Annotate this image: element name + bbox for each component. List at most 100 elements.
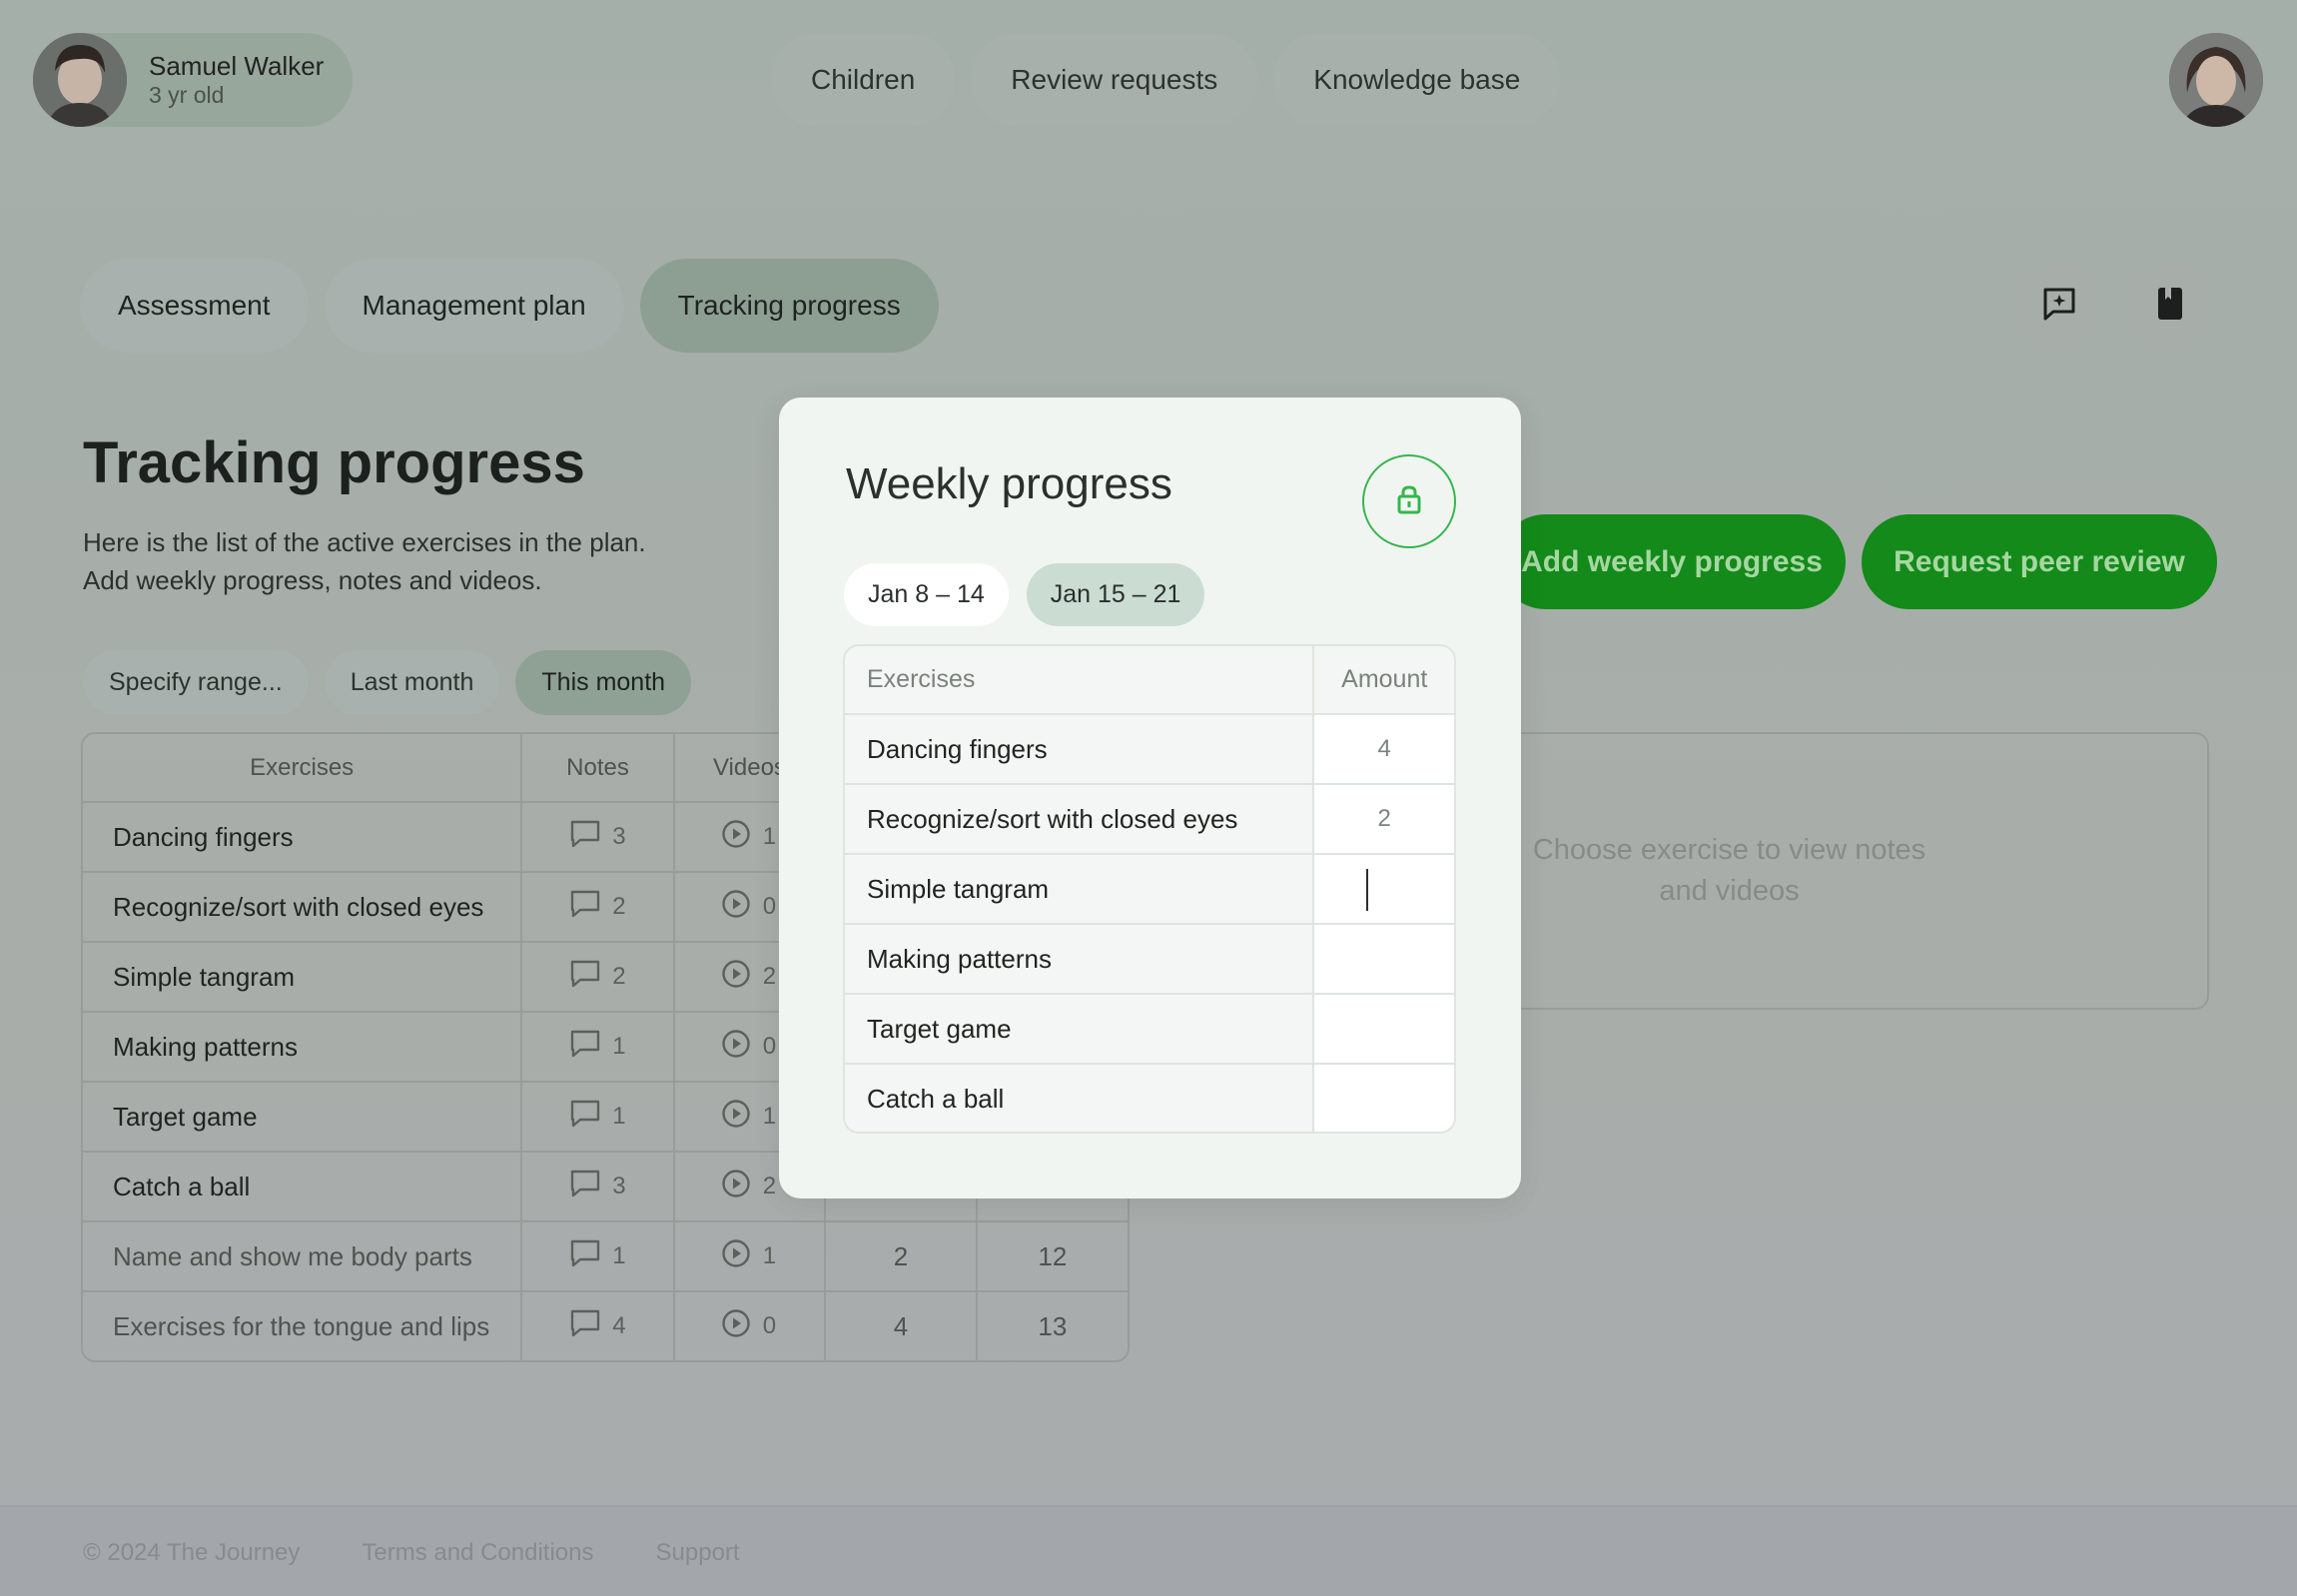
- range-specify[interactable]: Specify range...: [83, 650, 309, 715]
- play-icon: [721, 1308, 751, 1345]
- top-navigation: Children Review requests Knowledge base: [771, 33, 1561, 127]
- exercise-name: Simple tangram: [83, 943, 523, 1011]
- book-icon: [2155, 287, 2185, 326]
- modal-table-row: Recognize/sort with closed eyes 2: [845, 783, 1454, 853]
- amount-value: 4: [1377, 735, 1391, 762]
- notes-cell[interactable]: 3: [522, 1153, 675, 1220]
- modal-table-row: Simple tangram: [845, 853, 1454, 923]
- notes-count: 2: [612, 963, 626, 990]
- comment-icon: [570, 890, 600, 925]
- table-row[interactable]: Name and show me body parts 1 1 2 12: [83, 1220, 1128, 1290]
- weekly-progress-table: Exercises Amount Dancing fingers 4 Recogni…: [843, 644, 1456, 1134]
- bookmark-button[interactable]: [2123, 259, 2217, 353]
- amount-input[interactable]: [1314, 1065, 1454, 1132]
- value-cell: 13: [1038, 1310, 1068, 1341]
- amount-input[interactable]: 4: [1314, 715, 1454, 783]
- modal-table-row: Making patterns: [845, 923, 1454, 993]
- exercise-name: Name and show me body parts: [83, 1222, 523, 1290]
- add-weekly-progress-button[interactable]: Add weekly progress: [1498, 514, 1846, 609]
- user-avatar[interactable]: [2169, 33, 2263, 127]
- tab-assessment[interactable]: Assessment: [80, 259, 309, 353]
- exercise-name: Simple tangram: [845, 855, 1315, 923]
- week-tabs: Jan 8 – 14 Jan 15 – 21: [844, 563, 1205, 626]
- week-tab-jan-8-14[interactable]: Jan 8 – 14: [844, 563, 1009, 626]
- modal-table-row: Catch a ball: [845, 1063, 1454, 1132]
- amount-input[interactable]: [1314, 855, 1454, 923]
- notes-cell[interactable]: 2: [522, 873, 675, 941]
- value-cell: 2: [826, 1222, 978, 1290]
- notes-count: 3: [612, 1173, 626, 1199]
- notes-count: 1: [612, 1033, 626, 1060]
- request-peer-review-button[interactable]: Request peer review: [1862, 514, 2217, 609]
- videos-count: 1: [762, 823, 777, 850]
- play-icon: [721, 1029, 751, 1066]
- tab-management-plan[interactable]: Management plan: [324, 259, 624, 353]
- notes-count: 3: [612, 823, 626, 850]
- videos-cell[interactable]: 1: [675, 1222, 827, 1290]
- videos-count: 1: [762, 1103, 777, 1130]
- column-header-amount: Amount: [1341, 665, 1428, 693]
- play-icon: [721, 889, 751, 926]
- notes-cell[interactable]: 4: [522, 1292, 675, 1360]
- section-tabs: Assessment Management plan Tracking prog…: [80, 259, 939, 353]
- modal-title: Weekly progress: [846, 459, 1172, 508]
- videos-count: 0: [762, 1033, 777, 1060]
- videos-count: 2: [762, 1173, 777, 1199]
- page-description-line: Add weekly progress, notes and videos.: [83, 565, 542, 595]
- videos-count: 2: [762, 963, 777, 990]
- weekly-progress-modal: Weekly progress Jan 8 – 14 Jan 15 – 21 E…: [779, 398, 1521, 1198]
- notes-cell[interactable]: 1: [522, 1013, 675, 1081]
- footer-copyright: © 2024 The Journey: [83, 1539, 301, 1566]
- value-cell: 4: [826, 1292, 978, 1360]
- nav-review-requests[interactable]: Review requests: [971, 33, 1258, 127]
- exercise-name: Making patterns: [83, 1013, 523, 1081]
- nav-children[interactable]: Children: [771, 33, 956, 127]
- exercise-name: Recognize/sort with closed eyes: [83, 873, 523, 941]
- amount-input[interactable]: [1314, 925, 1454, 993]
- date-range-filters: Specify range... Last month This month: [83, 650, 692, 715]
- play-icon: [721, 1099, 751, 1136]
- exercise-name: Catch a ball: [83, 1153, 523, 1220]
- lock-button[interactable]: [1362, 454, 1456, 548]
- exercise-name: Exercises for the tongue and lips: [83, 1292, 523, 1360]
- videos-count: 1: [762, 1242, 777, 1269]
- comment-plus-icon: [2042, 287, 2076, 326]
- videos-count: 0: [762, 893, 777, 920]
- exercise-name: Catch a ball: [845, 1065, 1315, 1132]
- week-tab-jan-15-21[interactable]: Jan 15 – 21: [1026, 563, 1205, 626]
- lock-icon: [1396, 484, 1422, 519]
- amount-input[interactable]: 2: [1314, 785, 1454, 853]
- notes-cell[interactable]: 1: [522, 1222, 675, 1290]
- comment-icon: [570, 1170, 600, 1204]
- add-comment-button[interactable]: [2012, 259, 2106, 353]
- play-icon: [721, 819, 751, 856]
- videos-cell[interactable]: 0: [675, 1292, 827, 1360]
- range-this-month[interactable]: This month: [515, 650, 692, 715]
- child-name: Samuel Walker: [149, 51, 325, 81]
- range-last-month[interactable]: Last month: [324, 650, 500, 715]
- exercise-name: Recognize/sort with closed eyes: [845, 785, 1315, 853]
- modal-table-row: Dancing fingers 4: [845, 713, 1454, 783]
- videos-count: 0: [762, 1312, 777, 1339]
- nav-knowledge-base[interactable]: Knowledge base: [1273, 33, 1561, 127]
- notes-cell[interactable]: 2: [522, 943, 675, 1011]
- notes-cell[interactable]: 3: [522, 803, 675, 871]
- comment-icon: [570, 1309, 600, 1344]
- notes-panel-line: Choose exercise to view notes: [1532, 834, 1926, 866]
- amount-input[interactable]: [1314, 995, 1454, 1063]
- text-cursor: [1366, 869, 1369, 911]
- value-cell: 12: [1038, 1240, 1068, 1271]
- footer-support-link[interactable]: Support: [656, 1539, 740, 1567]
- notes-cell[interactable]: 1: [522, 1083, 675, 1151]
- comment-icon: [570, 960, 600, 995]
- child-profile-switcher[interactable]: Samuel Walker 3 yr old: [33, 33, 353, 127]
- comment-icon: [570, 1239, 600, 1274]
- footer: © 2024 The Journey Terms and Conditions …: [0, 1505, 2297, 1596]
- tab-tracking-progress[interactable]: Tracking progress: [639, 259, 939, 353]
- comment-icon: [570, 1030, 600, 1065]
- exercise-name: Target game: [83, 1083, 523, 1151]
- exercise-name: Target game: [845, 995, 1315, 1063]
- page-description-line: Here is the list of the active exercises…: [83, 527, 646, 557]
- table-row[interactable]: Exercises for the tongue and lips 4 0 4 13: [83, 1290, 1128, 1360]
- footer-terms-link[interactable]: Terms and Conditions: [362, 1539, 593, 1567]
